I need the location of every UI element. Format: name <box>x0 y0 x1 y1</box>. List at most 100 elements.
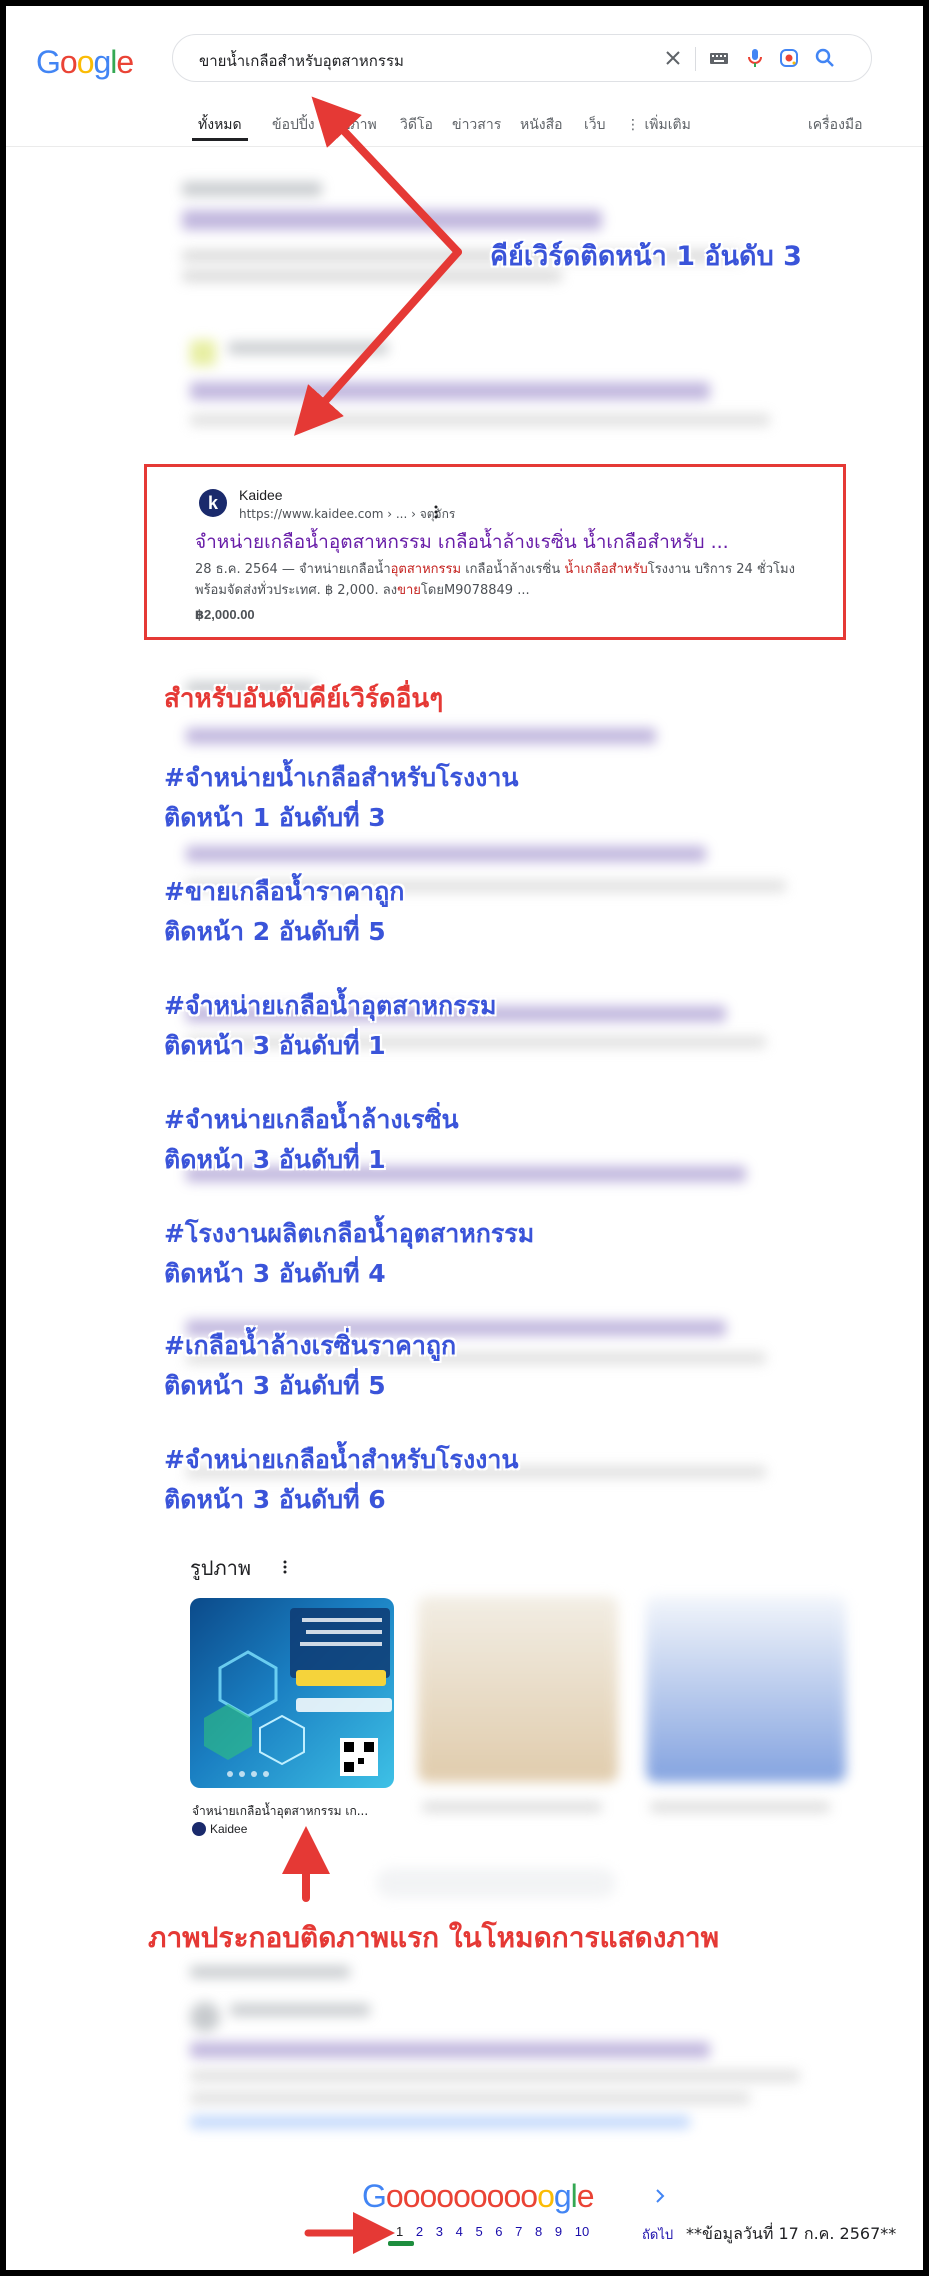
keyword-label: #จำหน่ายเกลือน้ำสำหรับโรงงาน <box>164 1445 519 1474</box>
lens-icon[interactable] <box>777 46 801 70</box>
current-page-marker <box>388 2241 414 2246</box>
microphone-icon[interactable] <box>743 46 767 70</box>
active-tab-indicator <box>192 138 248 141</box>
tab-more[interactable]: ⋮ เพิ่มเติม <box>626 114 691 136</box>
keyword-rank: ติดหน้า 3 อันดับที่ 1 <box>164 1145 386 1174</box>
page-link[interactable]: 7 <box>515 2224 522 2239</box>
blurred-result <box>190 2042 710 2058</box>
page-link[interactable]: 3 <box>436 2224 443 2239</box>
blurred-result <box>190 414 770 426</box>
blurred-show-more[interactable] <box>376 1868 616 1898</box>
logo-letter: e <box>116 44 134 80</box>
result-url[interactable]: https://www.kaidee.com › ... › จตุจักร <box>239 505 455 524</box>
page-link[interactable]: 6 <box>495 2224 502 2239</box>
keyword-label: #จำหน่ายน้ำเกลือสำหรับโรงงาน <box>164 763 519 792</box>
page-link[interactable]: 10 <box>575 2224 589 2239</box>
logo-letter: o <box>469 2178 488 2214</box>
blurred-result <box>190 2092 750 2104</box>
logo-letter: e <box>576 2178 595 2214</box>
divider <box>6 146 923 147</box>
images-section-heading[interactable]: รูปภาพ <box>190 1552 251 1584</box>
blurred-result <box>190 382 710 400</box>
result-snippet: 28 ธ.ค. 2564 — จำหน่ายเกลือน้ำอุตสาหกรรม… <box>195 562 795 598</box>
search-tabs: ทั้งหมด ข้อปปิ้ง รูปภาพ วิดีโอ ข่าวสาร ห… <box>192 110 892 144</box>
keyword-rank: ติดหน้า 3 อันดับที่ 4 <box>164 1259 386 1288</box>
page-link[interactable]: 5 <box>475 2224 482 2239</box>
logo-letter: o <box>537 2178 555 2214</box>
divider <box>695 47 696 71</box>
page-link[interactable]: 8 <box>535 2224 542 2239</box>
blurred-result <box>182 182 322 196</box>
blurred-result <box>230 2004 370 2016</box>
logo-letter: o <box>402 2178 421 2214</box>
tab-all[interactable]: ทั้งหมด <box>198 114 242 136</box>
next-page-link[interactable]: ถัดไป <box>642 2224 673 2245</box>
logo-letter: g <box>93 44 111 80</box>
tab-shopping[interactable]: ข้อปปิ้ง <box>272 114 315 136</box>
keyword-label: #จำหน่ายเกลือน้ำล้างเรซิ่น <box>164 1105 459 1134</box>
google-logo[interactable]: Google <box>36 44 134 81</box>
tab-images[interactable]: รูปภาพ <box>334 114 377 136</box>
logo-letter: o <box>59 44 78 80</box>
keyword-rank: ติดหน้า 2 อันดับที่ 5 <box>164 917 386 946</box>
blurred-image-result[interactable] <box>418 1596 618 1782</box>
page-link[interactable]: 9 <box>555 2224 562 2239</box>
blurred-result <box>186 728 656 744</box>
page-link[interactable]: 4 <box>456 2224 463 2239</box>
logo-letter: o <box>453 2178 471 2214</box>
more-options-icon[interactable] <box>282 1560 288 1574</box>
keyboard-icon[interactable] <box>707 46 731 70</box>
logo-letter: o <box>419 2178 437 2214</box>
screenshot-frame: Google ขายน้ำเกลือสำหรับอุตสาหกรรม ทั้งห… <box>6 6 923 2270</box>
image-result-thumbnail[interactable] <box>190 1598 394 1788</box>
logo-letter: G <box>36 44 61 80</box>
blurred-image-result[interactable] <box>646 1596 846 1782</box>
kaidee-favicon-icon <box>192 1822 206 1836</box>
keyword-rank: ติดหน้า 3 อันดับที่ 5 <box>164 1371 386 1400</box>
annotation-image-note: ภาพประกอบติดภาพแรก ในโหมดการแสดงภาพ <box>148 1921 720 1954</box>
logo-letter: o <box>436 2178 454 2214</box>
blurred-caption <box>422 1802 602 1812</box>
kaidee-favicon-icon: k <box>199 489 227 517</box>
tab-news[interactable]: ข่าวสาร <box>452 114 501 136</box>
tab-videos[interactable]: วิดีโอ <box>400 114 433 136</box>
logo-letter: o <box>385 2178 404 2214</box>
tools-button[interactable]: เครื่องมือ <box>808 114 863 136</box>
search-box[interactable]: ขายน้ำเกลือสำหรับอุตสาหกรรม <box>172 34 872 82</box>
clear-icon[interactable] <box>661 46 685 70</box>
annotation-headline: คีย์เวิร์ดติดหน้า 1 อันดับ 3 <box>490 241 802 272</box>
blurred-result <box>190 340 216 366</box>
page-link-current: 1 <box>396 2224 404 2239</box>
result-site-name: Kaidee <box>239 487 283 503</box>
logo-letter: G <box>362 2178 387 2214</box>
keyword-rank: ติดหน้า 3 อันดับที่ 6 <box>164 1485 386 1514</box>
keyword-label: #โรงงานผลิตเกลือน้ำอุตสาหกรรม <box>164 1219 535 1248</box>
blurred-caption <box>650 1802 830 1812</box>
tab-web[interactable]: เว็บ <box>584 114 606 136</box>
data-date-note: **ข้อมูลวันที่ 17 ก.ค. 2567** <box>686 2224 897 2243</box>
blurred-result <box>190 2002 220 2032</box>
blurred-result <box>228 342 388 354</box>
keyword-label: #ขายเกลือน้ำราคาถูก <box>164 877 405 906</box>
chevron-right-icon[interactable] <box>654 2188 666 2204</box>
pagination-pages: 1 2 3 4 5 6 7 8 9 10 <box>396 2224 598 2239</box>
keyword-label: #เกลือน้ำล้างเรซิ่นราคาถูก <box>164 1331 457 1360</box>
tab-books[interactable]: หนังสือ <box>520 114 563 136</box>
blurred-result <box>182 210 602 230</box>
logo-letter: o <box>503 2178 521 2214</box>
keyword-label: #จำหน่ายเกลือน้ำอุตสาหกรรม <box>164 991 497 1020</box>
result-price: ฿2,000.00 <box>195 607 255 622</box>
logo-letter: g <box>553 2178 572 2214</box>
blurred-result <box>190 2070 800 2082</box>
highlighted-result[interactable]: k Kaidee https://www.kaidee.com › ... › … <box>144 464 846 640</box>
more-options-icon[interactable] <box>433 505 439 519</box>
image-caption[interactable]: จำหน่ายเกลือน้ำอุตสาหกรรม เก... <box>192 1802 368 1821</box>
logo-letter: o <box>520 2178 538 2214</box>
keyword-rank: ติดหน้า 3 อันดับที่ 1 <box>164 1031 386 1060</box>
result-title-link[interactable]: จำหน่ายเกลือน้ำอุตสาหกรรม เกลือน้ำล้างเร… <box>195 527 729 557</box>
search-input[interactable]: ขายน้ำเกลือสำหรับอุตสาหกรรม <box>199 49 404 73</box>
keyword-rank: ติดหน้า 1 อันดับที่ 3 <box>164 803 386 832</box>
search-icon[interactable] <box>813 46 837 70</box>
page-link[interactable]: 2 <box>416 2224 423 2239</box>
image-source: Kaidee <box>210 1822 248 1836</box>
